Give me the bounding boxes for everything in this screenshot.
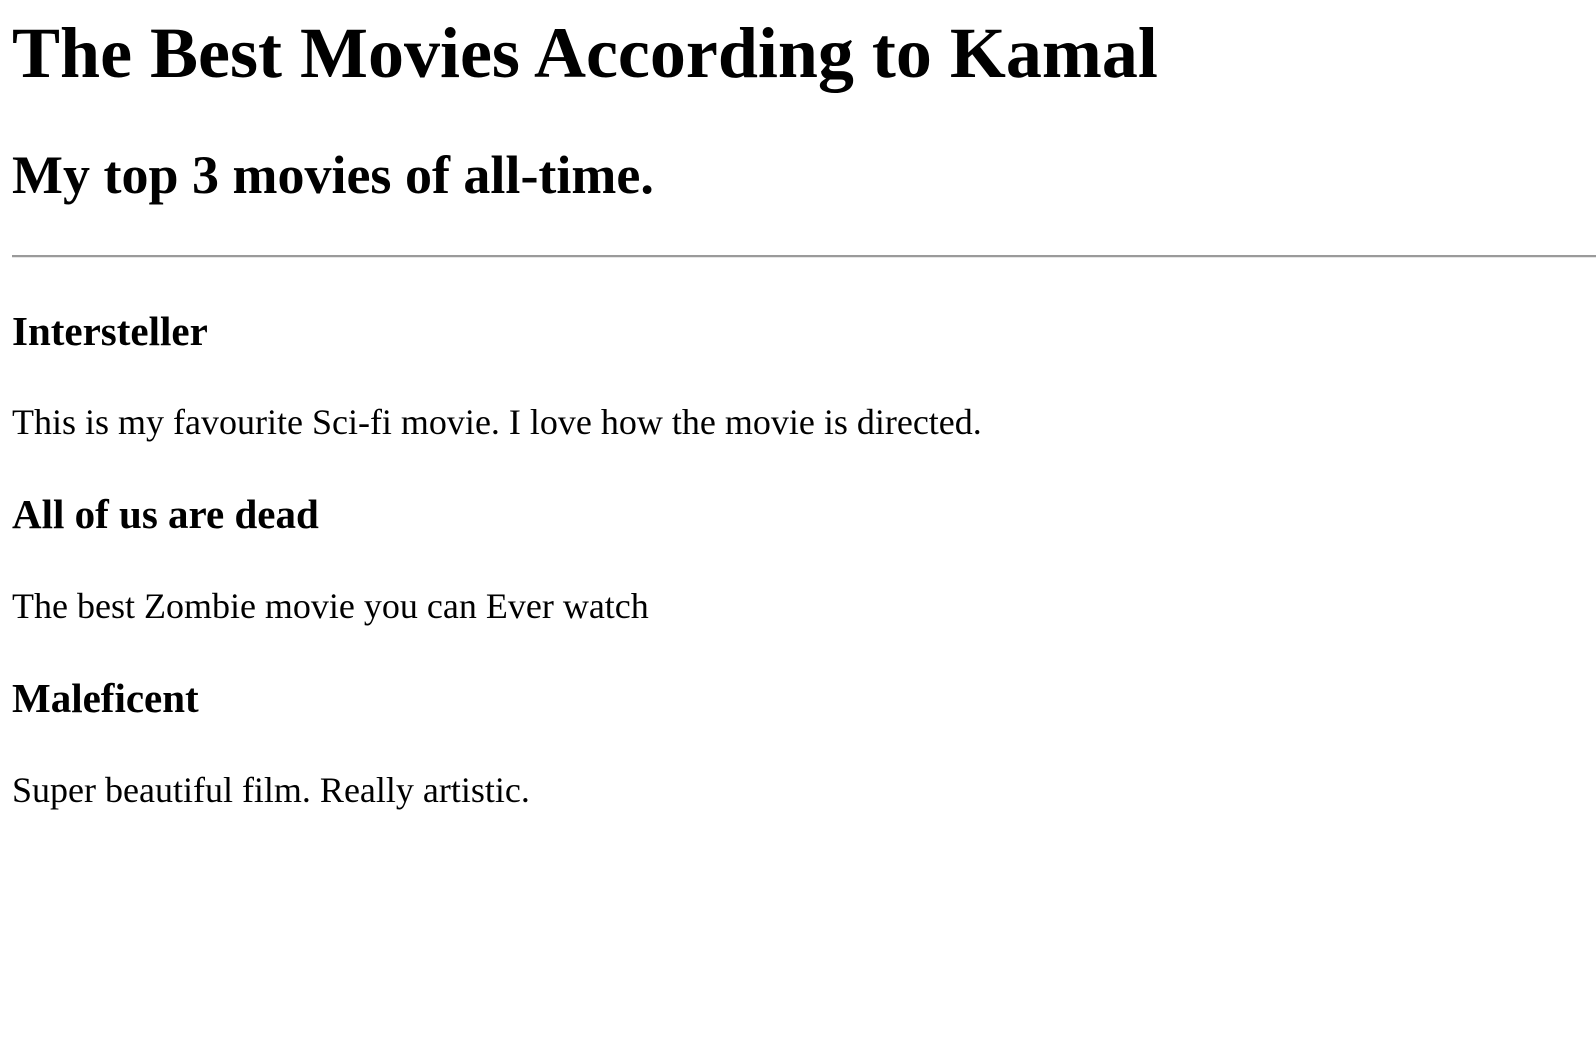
movie-description-maleficent: Super beautiful film. Really artistic. <box>12 770 530 810</box>
movie-title-all-of-us-are-dead: All of us are dead <box>12 491 319 537</box>
page-title: The Best Movies According to Kamal <box>12 13 1158 93</box>
movie-description-intersteller: This is my favourite Sci-fi movie. I lov… <box>12 402 982 442</box>
movie-description-all-of-us-are-dead: The best Zombie movie you can Ever watch <box>12 586 649 626</box>
movie-title-maleficent: Maleficent <box>12 675 199 721</box>
horizontal-divider <box>12 255 1596 258</box>
movie-title-intersteller: Intersteller <box>12 308 208 354</box>
page-subtitle: My top 3 movies of all-time. <box>12 145 654 205</box>
